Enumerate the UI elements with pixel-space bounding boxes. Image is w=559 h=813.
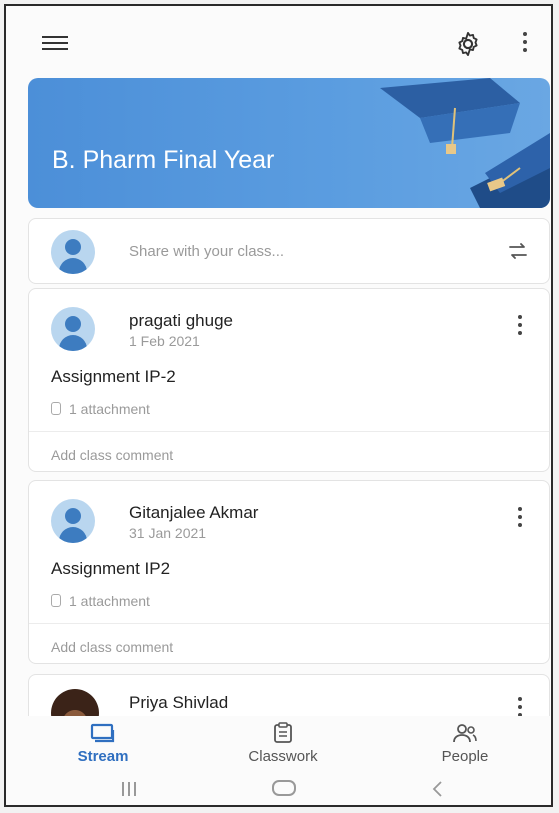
post-author: Priya Shivlad bbox=[129, 693, 229, 712]
post-more-icon[interactable] bbox=[517, 507, 523, 527]
add-comment-link[interactable]: Add class comment bbox=[51, 639, 173, 655]
home-icon[interactable] bbox=[272, 780, 296, 796]
post-date: 31 Jan 2021 bbox=[129, 525, 207, 541]
add-comment-link[interactable]: Add class comment bbox=[51, 447, 173, 463]
post-author: Gitanjalee Akmar bbox=[129, 503, 259, 522]
avatar bbox=[51, 230, 95, 274]
gear-icon[interactable] bbox=[454, 30, 482, 58]
avatar bbox=[51, 499, 95, 543]
post-more-icon[interactable] bbox=[517, 315, 523, 335]
post-author: pragati ghuge bbox=[129, 311, 233, 330]
nav-classwork[interactable]: Classwork bbox=[228, 722, 338, 765]
nav-label: Stream bbox=[77, 748, 129, 765]
stream-post[interactable]: Gitanjalee Akmar 31 Jan 2021 Assignment … bbox=[28, 480, 550, 664]
stream-icon bbox=[90, 723, 115, 743]
attachment-icon bbox=[51, 594, 61, 607]
system-navigation-bar bbox=[6, 774, 551, 805]
phone-screen: B. Pharm Final Year Share with your clas… bbox=[4, 4, 553, 807]
back-icon[interactable] bbox=[430, 780, 444, 798]
menu-icon[interactable] bbox=[42, 34, 68, 52]
post-attachment[interactable]: 1 attachment bbox=[51, 401, 150, 417]
divider bbox=[29, 431, 549, 432]
post-attachment[interactable]: 1 attachment bbox=[51, 593, 150, 609]
share-placeholder[interactable]: Share with your class... bbox=[129, 243, 284, 260]
class-banner[interactable]: B. Pharm Final Year bbox=[28, 78, 550, 208]
post-title[interactable]: Assignment IP-2 bbox=[51, 367, 176, 387]
bottom-navigation: Stream Classwork People bbox=[6, 716, 551, 774]
more-options-icon[interactable] bbox=[522, 32, 528, 54]
recent-apps-icon[interactable] bbox=[122, 782, 140, 796]
people-icon bbox=[453, 724, 477, 743]
post-more-icon[interactable] bbox=[517, 697, 523, 717]
divider bbox=[29, 623, 549, 624]
class-title: B. Pharm Final Year bbox=[52, 146, 275, 174]
nav-label: Classwork bbox=[248, 748, 318, 765]
post-date: 1 Feb 2021 bbox=[129, 333, 200, 349]
avatar bbox=[51, 307, 95, 351]
nav-people[interactable]: People bbox=[410, 722, 520, 765]
nav-label: People bbox=[441, 748, 489, 765]
post-title[interactable]: Assignment IP2 bbox=[51, 559, 170, 579]
share-box[interactable]: Share with your class... bbox=[28, 218, 550, 284]
nav-stream[interactable]: Stream bbox=[48, 722, 158, 765]
graduation-cap-illustration bbox=[380, 78, 550, 208]
attachment-icon bbox=[51, 402, 61, 415]
repost-icon[interactable] bbox=[505, 239, 531, 263]
attachment-count: 1 attachment bbox=[69, 593, 150, 609]
stream-post[interactable]: pragati ghuge 1 Feb 2021 Assignment IP-2… bbox=[28, 288, 550, 472]
attachment-count: 1 attachment bbox=[69, 401, 150, 417]
top-app-bar bbox=[6, 6, 551, 76]
classwork-icon bbox=[274, 722, 292, 743]
